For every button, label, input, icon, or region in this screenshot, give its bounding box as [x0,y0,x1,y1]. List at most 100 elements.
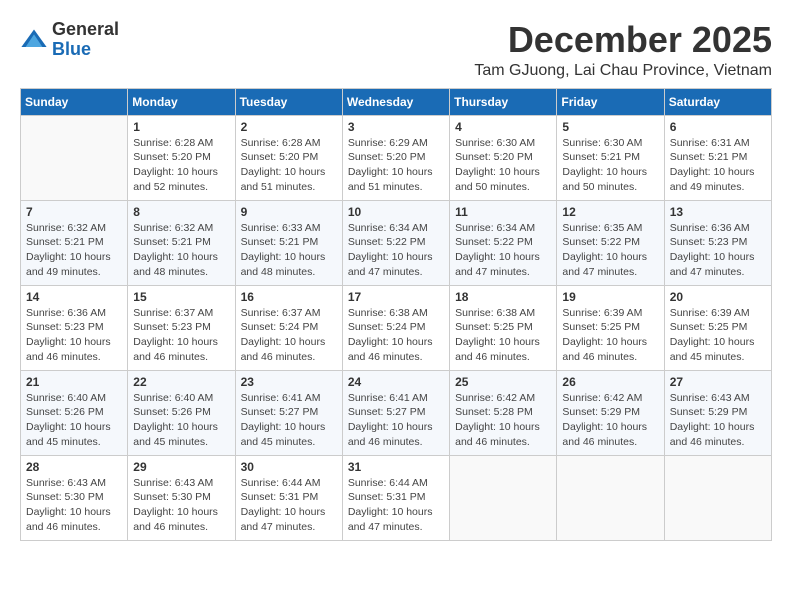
calendar-cell [450,455,557,540]
day-number: 29 [133,460,229,474]
calendar-cell: 19Sunrise: 6:39 AM Sunset: 5:25 PM Dayli… [557,285,664,370]
day-number: 5 [562,120,658,134]
day-number: 31 [348,460,444,474]
day-number: 14 [26,290,122,304]
day-info: Sunrise: 6:29 AM Sunset: 5:20 PM Dayligh… [348,136,444,195]
day-info: Sunrise: 6:43 AM Sunset: 5:30 PM Dayligh… [26,476,122,535]
day-number: 13 [670,205,766,219]
calendar-week-row: 7 Sunrise: 6:32 AM Sunset: 5:21 PM Daylig… [21,200,772,285]
calendar-cell: 31 Sunrise: 6:44 AM Sunset: 5:31 PM Dayli… [342,455,449,540]
day-info: Sunrise: 6:42 AM Sunset: 5:28 PM Dayligh… [455,391,551,450]
day-number: 18 [455,290,551,304]
title-block: December 2025 Tam GJuong, Lai Chau Provi… [474,20,772,80]
calendar-cell: 10Sunrise: 6:34 AM Sunset: 5:22 PM Dayli… [342,200,449,285]
day-number: 1 [133,120,229,134]
day-number: 23 [241,375,337,389]
day-number: 12 [562,205,658,219]
column-header-saturday: Saturday [664,88,771,115]
day-info: Sunrise: 6:37 AM Sunset: 5:23 PM Dayligh… [133,306,229,365]
day-info: Sunrise: 6:30 AM Sunset: 5:20 PM Dayligh… [455,136,551,195]
day-info: Sunrise: 6:39 AM Sunset: 5:25 PM Dayligh… [562,306,658,365]
day-number: 30 [241,460,337,474]
calendar-cell: 8 Sunrise: 6:32 AM Sunset: 5:21 PM Daylig… [128,200,235,285]
day-number: 7 [26,205,122,219]
calendar-cell: 12 Sunrise: 6:35 AM Sunset: 5:22 PM Dayli… [557,200,664,285]
calendar-cell: 29Sunrise: 6:43 AM Sunset: 5:30 PM Dayli… [128,455,235,540]
day-info: Sunrise: 6:36 AM Sunset: 5:23 PM Dayligh… [26,306,122,365]
day-number: 25 [455,375,551,389]
calendar-cell [664,455,771,540]
day-number: 17 [348,290,444,304]
day-info: Sunrise: 6:42 AM Sunset: 5:29 PM Dayligh… [562,391,658,450]
day-number: 27 [670,375,766,389]
calendar-cell: 22Sunrise: 6:40 AM Sunset: 5:26 PM Dayli… [128,370,235,455]
calendar-cell: 30 Sunrise: 6:44 AM Sunset: 5:31 PM Dayli… [235,455,342,540]
column-header-tuesday: Tuesday [235,88,342,115]
calendar-cell: 23 Sunrise: 6:41 AM Sunset: 5:27 PM Dayli… [235,370,342,455]
column-header-friday: Friday [557,88,664,115]
logo-text: General Blue [52,20,119,60]
calendar-cell: 3 Sunrise: 6:29 AM Sunset: 5:20 PM Daylig… [342,115,449,200]
calendar-cell: 11 Sunrise: 6:34 AM Sunset: 5:22 PM Dayli… [450,200,557,285]
page-header: General Blue December 2025 Tam GJuong, L… [20,20,772,80]
day-number: 6 [670,120,766,134]
calendar-cell: 17Sunrise: 6:38 AM Sunset: 5:24 PM Dayli… [342,285,449,370]
day-number: 21 [26,375,122,389]
day-info: Sunrise: 6:34 AM Sunset: 5:22 PM Dayligh… [455,221,551,280]
column-header-monday: Monday [128,88,235,115]
day-number: 8 [133,205,229,219]
calendar-week-row: 21 Sunrise: 6:40 AM Sunset: 5:26 PM Dayli… [21,370,772,455]
day-number: 3 [348,120,444,134]
column-header-sunday: Sunday [21,88,128,115]
day-info: Sunrise: 6:28 AM Sunset: 5:20 PM Dayligh… [133,136,229,195]
day-number: 10 [348,205,444,219]
day-number: 2 [241,120,337,134]
day-info: Sunrise: 6:41 AM Sunset: 5:27 PM Dayligh… [241,391,337,450]
calendar-cell: 7 Sunrise: 6:32 AM Sunset: 5:21 PM Daylig… [21,200,128,285]
day-info: Sunrise: 6:36 AM Sunset: 5:23 PM Dayligh… [670,221,766,280]
day-info: Sunrise: 6:39 AM Sunset: 5:25 PM Dayligh… [670,306,766,365]
day-number: 4 [455,120,551,134]
calendar-cell: 14 Sunrise: 6:36 AM Sunset: 5:23 PM Dayli… [21,285,128,370]
calendar-cell: 5Sunrise: 6:30 AM Sunset: 5:21 PM Daylig… [557,115,664,200]
day-number: 28 [26,460,122,474]
calendar-cell [21,115,128,200]
day-info: Sunrise: 6:43 AM Sunset: 5:29 PM Dayligh… [670,391,766,450]
column-header-thursday: Thursday [450,88,557,115]
day-info: Sunrise: 6:37 AM Sunset: 5:24 PM Dayligh… [241,306,337,365]
calendar-cell: 26 Sunrise: 6:42 AM Sunset: 5:29 PM Dayli… [557,370,664,455]
calendar-cell: 18 Sunrise: 6:38 AM Sunset: 5:25 PM Dayli… [450,285,557,370]
day-info: Sunrise: 6:38 AM Sunset: 5:25 PM Dayligh… [455,306,551,365]
day-info: Sunrise: 6:33 AM Sunset: 5:21 PM Dayligh… [241,221,337,280]
day-info: Sunrise: 6:32 AM Sunset: 5:21 PM Dayligh… [133,221,229,280]
calendar-cell: 6Sunrise: 6:31 AM Sunset: 5:21 PM Daylig… [664,115,771,200]
day-number: 26 [562,375,658,389]
logo-icon [20,26,48,54]
calendar-cell: 1 Sunrise: 6:28 AM Sunset: 5:20 PM Daylig… [128,115,235,200]
calendar-cell: 24 Sunrise: 6:41 AM Sunset: 5:27 PM Dayli… [342,370,449,455]
day-number: 11 [455,205,551,219]
logo: General Blue [20,20,119,60]
day-number: 15 [133,290,229,304]
calendar-cell: 16 Sunrise: 6:37 AM Sunset: 5:24 PM Dayli… [235,285,342,370]
day-number: 20 [670,290,766,304]
calendar-table: SundayMondayTuesdayWednesdayThursdayFrid… [20,88,772,541]
day-info: Sunrise: 6:40 AM Sunset: 5:26 PM Dayligh… [133,391,229,450]
day-info: Sunrise: 6:41 AM Sunset: 5:27 PM Dayligh… [348,391,444,450]
day-info: Sunrise: 6:35 AM Sunset: 5:22 PM Dayligh… [562,221,658,280]
calendar-week-row: 1 Sunrise: 6:28 AM Sunset: 5:20 PM Daylig… [21,115,772,200]
calendar-cell: 25 Sunrise: 6:42 AM Sunset: 5:28 PM Dayli… [450,370,557,455]
day-number: 16 [241,290,337,304]
day-number: 24 [348,375,444,389]
calendar-header-row: SundayMondayTuesdayWednesdayThursdayFrid… [21,88,772,115]
calendar-cell: 4 Sunrise: 6:30 AM Sunset: 5:20 PM Daylig… [450,115,557,200]
calendar-week-row: 14 Sunrise: 6:36 AM Sunset: 5:23 PM Dayli… [21,285,772,370]
calendar-cell: 20 Sunrise: 6:39 AM Sunset: 5:25 PM Dayli… [664,285,771,370]
day-info: Sunrise: 6:40 AM Sunset: 5:26 PM Dayligh… [26,391,122,450]
day-info: Sunrise: 6:32 AM Sunset: 5:21 PM Dayligh… [26,221,122,280]
day-info: Sunrise: 6:44 AM Sunset: 5:31 PM Dayligh… [241,476,337,535]
day-info: Sunrise: 6:44 AM Sunset: 5:31 PM Dayligh… [348,476,444,535]
calendar-title: December 2025 [474,20,772,60]
calendar-cell: 9Sunrise: 6:33 AM Sunset: 5:21 PM Daylig… [235,200,342,285]
calendar-cell [557,455,664,540]
